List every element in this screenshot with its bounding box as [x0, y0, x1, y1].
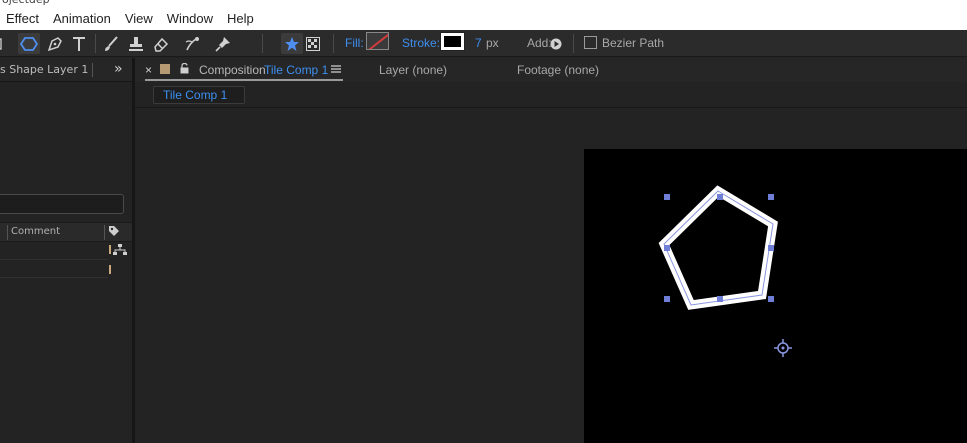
project-row-divider [0, 259, 108, 260]
column-divider [7, 225, 8, 240]
menu-view[interactable]: View [125, 11, 153, 26]
brush-tool-icon[interactable] [100, 33, 122, 54]
close-tab-icon[interactable]: × [145, 63, 152, 77]
eraser-tool-icon[interactable] [150, 33, 172, 54]
after-effects-window: ojectdep Effect Animation View Window He… [0, 0, 967, 443]
active-tab-underline [145, 79, 343, 81]
composition-panel: × Composition Tile Comp 1 Layer (none) F… [135, 58, 967, 443]
anchor-point-icon[interactable] [774, 339, 792, 357]
menu-help[interactable]: Help [227, 11, 254, 26]
stroke-width-unit: px [486, 36, 499, 50]
stroke-color-swatch[interactable] [440, 32, 465, 51]
checker-grid-icon[interactable] [302, 33, 324, 54]
shape-polygon-tool-icon[interactable] [18, 33, 40, 54]
clone-stamp-tool-icon[interactable] [125, 33, 147, 54]
toolbar-separator [262, 34, 263, 53]
pentagon-shape[interactable] [658, 185, 778, 310]
menu-effect[interactable]: Effect [6, 11, 39, 26]
project-column-header: Comment [0, 222, 132, 242]
project-panel: s Shape Layer 1 » Comment [0, 58, 132, 443]
pen-tool-icon[interactable] [44, 33, 66, 54]
composition-breadcrumb-label: Tile Comp 1 [163, 88, 228, 102]
composition-viewer[interactable] [135, 109, 967, 443]
flowchart-icon[interactable] [113, 244, 127, 256]
tools-toolbar: Fill: Stroke: 7 px Add: Bezier Path [0, 30, 967, 57]
project-panel-tabbar: s Shape Layer 1 » [0, 58, 132, 82]
viewer-tabbar: × Composition Tile Comp 1 Layer (none) F… [135, 58, 967, 82]
toolbar-separator [333, 34, 334, 53]
type-tool-icon[interactable] [68, 33, 90, 54]
lock-icon[interactable] [180, 62, 189, 77]
project-search-input[interactable] [0, 194, 124, 214]
menu-animation[interactable]: Animation [53, 11, 111, 26]
add-menu-arrow-icon[interactable] [548, 33, 564, 54]
layer-viewer-tab[interactable]: Layer (none) [379, 63, 447, 77]
label-color-marker[interactable] [109, 245, 111, 254]
fill-color-swatch[interactable] [366, 32, 389, 50]
menu-window[interactable]: Window [167, 11, 213, 26]
toolbar-separator [95, 34, 96, 53]
tab-menu-icon[interactable] [331, 63, 341, 77]
column-divider [104, 225, 105, 240]
label-tag-icon[interactable] [108, 225, 120, 240]
composition-tab-prefix: Composition [199, 63, 266, 77]
pan-behind-tool-icon[interactable] [0, 33, 6, 54]
composition-canvas[interactable] [584, 149, 967, 443]
composition-navigator: Tile Comp 1 [135, 82, 967, 108]
tool-options-star-icon[interactable] [281, 33, 303, 54]
composition-breadcrumb-tab[interactable]: Tile Comp 1 [153, 86, 245, 104]
bezier-path-label: Bezier Path [602, 36, 665, 50]
composition-color-icon [160, 64, 170, 74]
project-row-divider [0, 277, 108, 278]
menu-bar: Effect Animation View Window Help [0, 6, 967, 30]
puppet-pin-tool-icon[interactable] [212, 33, 234, 54]
effect-controls-tab[interactable]: s Shape Layer 1 [0, 63, 88, 76]
comment-column-header[interactable]: Comment [11, 226, 60, 237]
composition-tab-name[interactable]: Tile Comp 1 [264, 63, 328, 77]
toolbar-separator [573, 34, 574, 53]
bezier-path-checkbox[interactable] [584, 36, 597, 49]
stroke-width-value[interactable]: 7 [475, 36, 482, 50]
polygon-shape-layer[interactable] [584, 149, 967, 443]
stroke-label[interactable]: Stroke: [402, 36, 440, 50]
label-color-marker[interactable] [109, 265, 111, 274]
footage-viewer-tab[interactable]: Footage (none) [517, 63, 599, 77]
roto-brush-tool-icon[interactable] [183, 33, 205, 54]
tab-divider [92, 63, 93, 77]
double-chevron-right-icon[interactable]: » [114, 61, 123, 77]
fill-label[interactable]: Fill: [345, 36, 364, 50]
